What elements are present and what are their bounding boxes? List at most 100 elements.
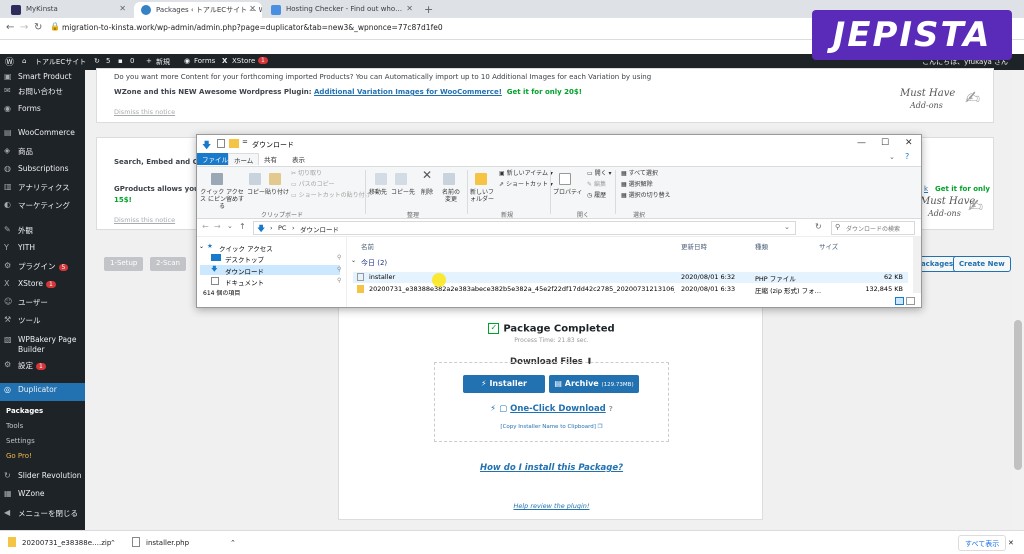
- submenu-settings[interactable]: Settings: [0, 437, 85, 445]
- rename-button[interactable]: 名前の変更: [441, 189, 461, 203]
- open-button[interactable]: ▭ 開く ▾: [587, 170, 612, 177]
- history-button[interactable]: ◷ 履歴: [587, 192, 606, 199]
- wordpress-logo-icon[interactable]: Ⓦ: [5, 55, 14, 68]
- close-icon[interactable]: ✕: [1008, 539, 1014, 547]
- browser-tab-mykinsta[interactable]: MyKinsta ✕: [4, 2, 132, 18]
- cut-button[interactable]: ✂ 切り取り: [291, 170, 322, 177]
- create-new-button[interactable]: Create New: [953, 256, 1011, 272]
- shortcut-button[interactable]: ⇗ ショートカット ▾: [499, 181, 553, 188]
- download-item-installer[interactable]: installer.php: [146, 539, 189, 547]
- sidebar-item[interactable]: ◈ 商品: [0, 146, 85, 158]
- sidebar-item[interactable]: ▦ WZone: [0, 489, 85, 501]
- copy-to-button[interactable]: コピー先: [391, 189, 415, 196]
- nav-downloads-selected[interactable]: [200, 265, 340, 275]
- site-name[interactable]: トアルECサイト: [35, 57, 86, 67]
- archive-button[interactable]: ▤ Archive (129.73MB): [549, 375, 639, 393]
- close-icon[interactable]: ✕: [406, 4, 413, 13]
- tab-share[interactable]: 共有: [259, 153, 282, 165]
- sidebar-item[interactable]: ▤ WooCommerce: [0, 128, 85, 140]
- maximize-icon[interactable]: ☐: [881, 138, 889, 148]
- nav-quick-access[interactable]: クイック アクセス: [219, 243, 273, 253]
- properties-icon[interactable]: [217, 139, 225, 148]
- folder-icon[interactable]: [229, 139, 239, 148]
- col-date[interactable]: 更新日時: [681, 241, 707, 251]
- sidebar-item[interactable]: ✉ お問い合わせ: [0, 86, 85, 98]
- how-install-link[interactable]: How do I install this Package?: [339, 463, 764, 473]
- chevron-down-icon[interactable]: ⌄: [227, 222, 233, 230]
- nav-documents[interactable]: ドキュメント: [225, 277, 264, 287]
- forward-icon[interactable]: →: [20, 22, 28, 33]
- move-to-button[interactable]: 移動先: [369, 189, 387, 196]
- submenu-tools[interactable]: Tools: [0, 422, 85, 430]
- edit-button[interactable]: ✎ 編集: [587, 181, 606, 188]
- refresh-icon[interactable]: ↻: [815, 222, 822, 231]
- sidebar-item[interactable]: ▥ アナリティクス: [0, 182, 85, 194]
- new-folder-button[interactable]: 新しいフォルダー: [469, 189, 495, 203]
- dismiss-notice-link[interactable]: Dismiss this notice: [114, 216, 175, 224]
- sidebar-item[interactable]: ⚙ 設定 1: [0, 360, 85, 372]
- sidebar-item[interactable]: ▧ WPBakery Page Builder: [0, 335, 85, 357]
- show-all-button[interactable]: すべて表示: [958, 535, 1007, 551]
- url-text[interactable]: migration-to-kinsta.work/wp-admin/admin.…: [62, 23, 443, 32]
- notice-link[interactable]: k: [924, 185, 928, 193]
- help-review-link[interactable]: Help review the plugin!: [339, 502, 764, 510]
- dismiss-notice-link[interactable]: Dismiss this notice: [114, 108, 175, 116]
- path-box[interactable]: 🡇 › PC › ダウンロード ⌄: [253, 221, 796, 235]
- updates-count[interactable]: 5: [106, 57, 110, 65]
- sidebar-item[interactable]: X XStore 1: [0, 279, 85, 291]
- new-item-button[interactable]: ▣ 新しいアイテム ▾: [499, 170, 553, 177]
- paste-button[interactable]: 貼り付け: [265, 189, 289, 196]
- sidebar-item[interactable]: ◉ Forms: [0, 104, 85, 116]
- sidebar-item[interactable]: ☺ ユーザー: [0, 297, 85, 309]
- sidebar-item[interactable]: ◎ Duplicator: [0, 383, 85, 401]
- sidebar-item[interactable]: ✎ 外観: [0, 225, 85, 237]
- reload-icon[interactable]: ↻: [34, 22, 42, 33]
- copy-installer-link[interactable]: [Copy Installer Name to Clipboard] ❐: [339, 424, 764, 430]
- installer-button[interactable]: ⚡ Installer: [463, 375, 545, 393]
- select-none-button[interactable]: ▦ 選択解除: [621, 181, 653, 188]
- close-icon[interactable]: ✕: [249, 4, 256, 13]
- pin-quick-access-button[interactable]: クイック アクセス にピン留めする: [200, 189, 244, 210]
- col-size[interactable]: サイズ: [819, 241, 838, 251]
- forms-menu[interactable]: Forms: [194, 57, 215, 65]
- help-icon[interactable]: ?: [905, 152, 909, 161]
- search-box[interactable]: ⚲ ダウンロードの検索: [831, 221, 915, 235]
- col-type[interactable]: 種類: [755, 241, 768, 251]
- back-icon[interactable]: ←: [6, 22, 14, 33]
- new-tab-button[interactable]: +: [424, 3, 433, 16]
- chevron-down-icon[interactable]: ⌄: [351, 257, 356, 264]
- sidebar-item[interactable]: ↻ Slider Revolution: [0, 471, 85, 483]
- minimize-icon[interactable]: —: [857, 138, 866, 148]
- paste-shortcut-button[interactable]: ▭ ショートカットの貼り付け: [291, 192, 371, 199]
- sidebar-item[interactable]: ◐ マーケティング: [0, 200, 85, 212]
- one-click-download-link[interactable]: ⚡ ▢ One-Click Download ?: [339, 404, 764, 414]
- browser-tab-hosting-checker[interactable]: Hosting Checker - Find out who… ✕: [264, 2, 419, 18]
- up-icon[interactable]: ↑: [239, 222, 246, 231]
- chevron-down-icon[interactable]: ⌃: [110, 539, 116, 547]
- browser-tab-packages[interactable]: Packages ‹ トアルECサイト — Wor… ✕: [134, 2, 262, 18]
- nav-desktop[interactable]: デスクトップ: [225, 254, 264, 264]
- new-menu[interactable]: 新規: [156, 57, 170, 67]
- details-view-icon[interactable]: [895, 297, 904, 305]
- variation-images-link[interactable]: Additional Variation Images for WooComme…: [314, 88, 502, 96]
- close-icon[interactable]: ✕: [905, 138, 913, 148]
- sidebar-item[interactable]: ◀ メニューを閉じる: [0, 508, 85, 520]
- chevron-down-icon[interactable]: ⌄: [784, 223, 790, 231]
- copy-button[interactable]: コピー: [247, 189, 265, 196]
- sidebar-item[interactable]: ◍ Subscriptions: [0, 164, 85, 176]
- submenu-packages[interactable]: Packages: [0, 407, 85, 415]
- sidebar-item[interactable]: ⚒ ツール: [0, 315, 85, 327]
- select-all-button[interactable]: ▦ すべて選択: [621, 170, 658, 177]
- path-downloads[interactable]: ダウンロード: [300, 224, 339, 234]
- comments-count[interactable]: 0: [130, 57, 134, 65]
- large-icons-view-icon[interactable]: [906, 297, 915, 305]
- copy-path-button[interactable]: ▭ パスのコピー: [291, 181, 335, 188]
- nav-downloads[interactable]: ダウンロード: [225, 266, 264, 276]
- close-icon[interactable]: ✕: [119, 4, 126, 13]
- chevron-down-icon[interactable]: ⌄: [199, 243, 204, 250]
- sidebar-item[interactable]: ▣ Smart Product: [0, 72, 85, 84]
- tab-view[interactable]: 表示: [287, 153, 310, 165]
- path-pc[interactable]: PC: [278, 224, 286, 232]
- chevron-down-icon[interactable]: ⌄: [889, 153, 895, 161]
- dropdown-icon[interactable]: =: [242, 138, 248, 146]
